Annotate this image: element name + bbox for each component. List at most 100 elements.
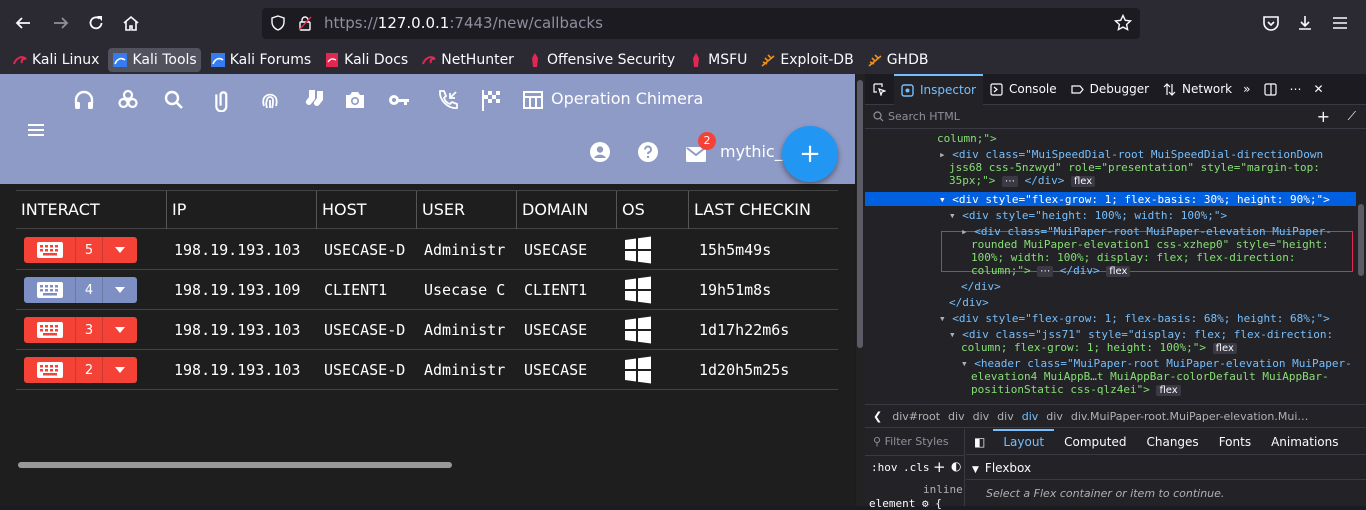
- bookmark-msfu[interactable]: MSFU: [684, 48, 751, 72]
- markup-scroll-thumb[interactable]: [1358, 204, 1364, 276]
- bookmark-nethunter[interactable]: NetHunter: [417, 48, 518, 72]
- downloads-button[interactable]: [1290, 8, 1320, 38]
- breadcrumb-item[interactable]: div: [997, 410, 1022, 423]
- url-bar[interactable]: https://127.0.0.1:7443/new/callbacks: [262, 8, 1140, 39]
- expand-arrow-icon[interactable]: ▾: [949, 328, 956, 341]
- column-header-host[interactable]: HOST: [316, 191, 416, 229]
- breadcrumb-item[interactable]: div: [948, 410, 973, 423]
- eyedropper-icon[interactable]: ⟋: [1348, 109, 1356, 124]
- filter-styles-input[interactable]: ⚲ Filter Styles: [873, 435, 949, 448]
- column-header-ip[interactable]: IP: [166, 191, 316, 229]
- pocket-button[interactable]: [1256, 8, 1286, 38]
- tab-changes[interactable]: Changes: [1136, 429, 1208, 455]
- bookmark-kali-docs[interactable]: Kali Docs: [320, 48, 412, 72]
- headphones-icon[interactable]: [72, 88, 96, 112]
- page-vertical-scroll-thumb[interactable]: [857, 80, 863, 348]
- fingerprint-icon[interactable]: [258, 88, 282, 112]
- interact-button[interactable]: [24, 317, 76, 343]
- table-icon[interactable]: [521, 88, 545, 112]
- print-sim-icon[interactable]: ◐: [951, 459, 961, 473]
- cls-toggle[interactable]: .cls: [903, 461, 930, 474]
- breadcrumb-item-current[interactable]: div: [1022, 410, 1047, 423]
- dock-button[interactable]: [1258, 74, 1283, 105]
- hov-toggle[interactable]: :hov: [871, 461, 898, 474]
- socks-icon[interactable]: [304, 88, 328, 112]
- key-icon[interactable]: [387, 88, 411, 112]
- bookmark-kali-linux[interactable]: Kali Linux: [8, 48, 103, 72]
- tab-network[interactable]: Network: [1156, 74, 1239, 105]
- bookmark-kali-tools[interactable]: Kali Tools: [108, 48, 201, 72]
- markup-line[interactable]: </div>: [949, 296, 989, 309]
- markup-line[interactable]: ▾ <div style="height: 100%; width: 100%;…: [949, 209, 1227, 222]
- breadcrumb-item[interactable]: div: [973, 410, 998, 423]
- bookmark-star-icon[interactable]: [1114, 14, 1132, 32]
- column-header-user[interactable]: USER: [416, 191, 516, 229]
- breadcrumb-item[interactable]: div.MuiPaper-root.MuiPaper-elevation.Mui…: [1071, 410, 1317, 423]
- column-header-os[interactable]: OS: [616, 191, 688, 229]
- interact-button[interactable]: [24, 277, 76, 303]
- more-tabs-button[interactable]: »: [1239, 74, 1254, 105]
- markup-line[interactable]: ▸ <div class="MuiPaper-root MuiPaper-ele…: [961, 225, 1332, 238]
- devtools-menu-button[interactable]: ⋯: [1283, 74, 1307, 105]
- bookmark-ghdb[interactable]: GHDB: [863, 48, 933, 72]
- tab-animations[interactable]: Animations: [1261, 429, 1348, 455]
- camera-icon[interactable]: [343, 88, 367, 112]
- markup-line[interactable]: positionStatic css-qlz4ei"> flex: [971, 383, 1181, 396]
- help-icon[interactable]: [636, 140, 660, 164]
- breadcrumb-back-icon[interactable]: ❮: [865, 410, 892, 423]
- bookmark-offensive-security[interactable]: Offensive Security: [523, 48, 679, 72]
- markup-line[interactable]: jss68 css-5nzwyd" role="presentation" st…: [949, 161, 1320, 174]
- operation-name[interactable]: Operation Chimera: [551, 89, 703, 108]
- menu-button[interactable]: [24, 118, 48, 142]
- phone-callback-icon[interactable]: [436, 88, 460, 112]
- markup-line[interactable]: 100%; width: 100%; display: flex; flex-d…: [971, 251, 1296, 264]
- bookmark-exploit-db[interactable]: Exploit-DB: [756, 48, 857, 72]
- interact-dropdown-button[interactable]: [102, 357, 137, 383]
- close-devtools-button[interactable]: ✕: [1307, 74, 1329, 105]
- interact-button[interactable]: [24, 237, 76, 263]
- html-search-box[interactable]: Search HTML + ⟋: [865, 105, 1366, 129]
- markup-line[interactable]: column; flex-grow: 1; height: 100%;"> fl…: [961, 341, 1237, 354]
- home-button[interactable]: [116, 8, 146, 38]
- gear-icon[interactable]: ⚙: [922, 497, 929, 510]
- interact-button[interactable]: [24, 357, 76, 383]
- expand-arrow-icon[interactable]: ▾: [949, 209, 956, 222]
- markup-line[interactable]: ▾ <div style="flex-grow: 1; flex-basis: …: [939, 312, 1330, 325]
- markup-line[interactable]: ▾ <div class="jss71" style="display: fle…: [949, 328, 1333, 341]
- expand-arrow-icon[interactable]: ▸: [939, 148, 946, 161]
- breadcrumb-item[interactable]: div#root: [892, 410, 948, 423]
- column-header-last-checkin[interactable]: LAST CHECKIN: [688, 191, 838, 229]
- tab-console[interactable]: Console: [983, 74, 1064, 105]
- biohazard-icon[interactable]: [116, 88, 140, 112]
- add-rule-icon[interactable]: +: [933, 458, 946, 476]
- url-text[interactable]: https://127.0.0.1:7443/new/callbacks: [324, 14, 603, 32]
- column-header-interact[interactable]: INTERACT: [16, 191, 166, 229]
- interact-dropdown-button[interactable]: [102, 317, 137, 343]
- interact-dropdown-button[interactable]: [102, 237, 137, 263]
- markup-line[interactable]: column;"> ⋯ </div> flex: [971, 264, 1131, 277]
- breadcrumb-item[interactable]: div: [1046, 410, 1071, 423]
- markup-line[interactable]: rounded MuiPaper-elevation1 css-xzhep0" …: [971, 238, 1329, 251]
- app-menu-button[interactable]: [1325, 8, 1355, 38]
- markup-line[interactable]: elevation4 MuiAppB…t MuiAppBar-colorDefa…: [971, 370, 1329, 383]
- markup-line[interactable]: ▸ <div class="MuiSpeedDial-root MuiSpeed…: [939, 148, 1323, 161]
- tab-fonts[interactable]: Fonts: [1209, 429, 1261, 455]
- interact-dropdown-button[interactable]: [102, 277, 137, 303]
- tab-debugger[interactable]: Debugger: [1064, 74, 1156, 105]
- checkered-flag-icon[interactable]: [479, 88, 503, 112]
- markup-line[interactable]: 35px;"> ⋯ </div> flex: [949, 174, 1096, 187]
- tab-computed[interactable]: Computed: [1054, 429, 1136, 455]
- element-picker-button[interactable]: [865, 74, 894, 105]
- reload-button[interactable]: [81, 8, 111, 38]
- tab-layout[interactable]: Layout: [993, 428, 1055, 455]
- markup-line-selected[interactable]: ▾ <div style="flex-grow: 1; flex-basis: …: [939, 193, 1330, 206]
- expand-arrow-icon[interactable]: ▸: [961, 225, 968, 238]
- forward-button[interactable]: [46, 8, 76, 38]
- column-header-domain[interactable]: DOMAIN: [516, 191, 616, 229]
- horizontal-scroll-thumb[interactable]: [18, 462, 452, 468]
- add-node-icon[interactable]: +: [1317, 107, 1330, 126]
- flexbox-section-header[interactable]: ▼ Flexbox: [972, 461, 1031, 475]
- attachment-icon[interactable]: [210, 88, 234, 112]
- account-icon[interactable]: [588, 140, 612, 164]
- back-button[interactable]: [8, 8, 38, 38]
